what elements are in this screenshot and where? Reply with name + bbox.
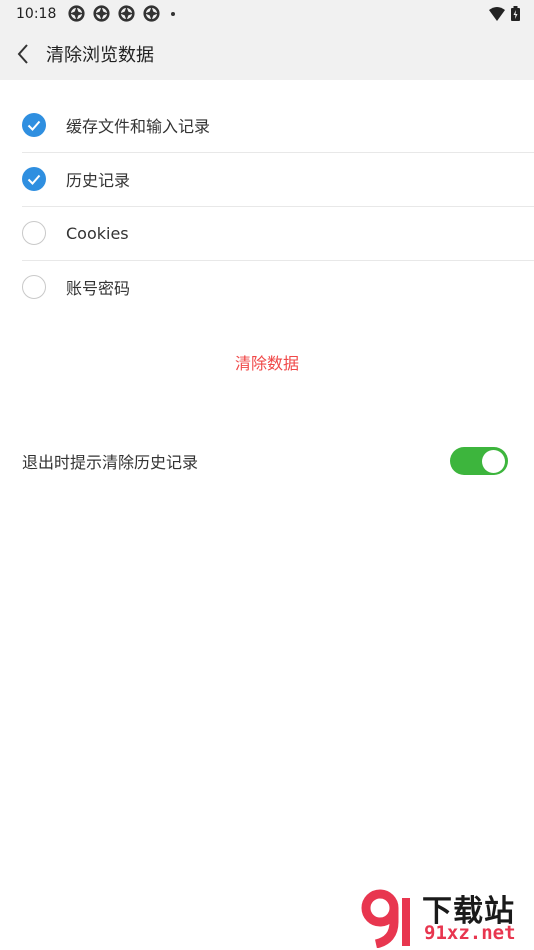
notification-icons xyxy=(68,5,176,22)
unchecked-circle-icon[interactable] xyxy=(22,275,46,299)
status-right xyxy=(489,6,520,21)
notification-icon xyxy=(68,5,85,22)
option-label: 历史记录 xyxy=(66,171,131,190)
more-notifications-dot xyxy=(171,11,176,16)
status-bar: 10:18 xyxy=(0,0,534,27)
checked-circle-icon[interactable] xyxy=(22,167,46,191)
checked-circle-icon[interactable] xyxy=(22,113,46,137)
unchecked-circle-icon[interactable] xyxy=(22,221,46,245)
page-title: 清除浏览数据 xyxy=(46,44,154,66)
exit-prompt-toggle[interactable] xyxy=(450,447,508,475)
watermark-site: 91xz.net xyxy=(424,922,516,944)
app-bar: 清除浏览数据 xyxy=(0,27,534,80)
exit-prompt-setting: 退出时提示清除历史记录 xyxy=(0,440,534,482)
option-cache[interactable]: 缓存文件和输入记录 xyxy=(0,98,534,152)
notification-icon xyxy=(118,5,135,22)
toggle-knob xyxy=(482,449,505,473)
watermark: 下载站 91xz.net xyxy=(360,886,532,950)
option-history[interactable]: 历史记录 xyxy=(0,152,534,206)
option-cookies[interactable]: Cookies xyxy=(0,206,534,260)
option-label: Cookies xyxy=(66,223,129,243)
watermark-logo-icon xyxy=(361,889,410,948)
clear-data-button[interactable]: 清除数据 xyxy=(0,350,534,378)
notification-icon xyxy=(143,5,160,22)
battery-icon xyxy=(511,6,520,21)
exit-prompt-label: 退出时提示清除历史记录 xyxy=(22,453,199,472)
clear-options-list: 缓存文件和输入记录 历史记录 Cookies 账号密码 xyxy=(0,98,534,314)
option-label: 账号密码 xyxy=(66,279,131,298)
back-button[interactable] xyxy=(0,27,46,80)
wifi-icon xyxy=(489,6,505,21)
back-arrow-icon xyxy=(17,43,28,64)
status-time: 10:18 xyxy=(16,5,57,22)
notification-icon xyxy=(93,5,110,22)
option-passwords[interactable]: 账号密码 xyxy=(0,260,534,314)
option-label: 缓存文件和输入记录 xyxy=(66,117,211,136)
